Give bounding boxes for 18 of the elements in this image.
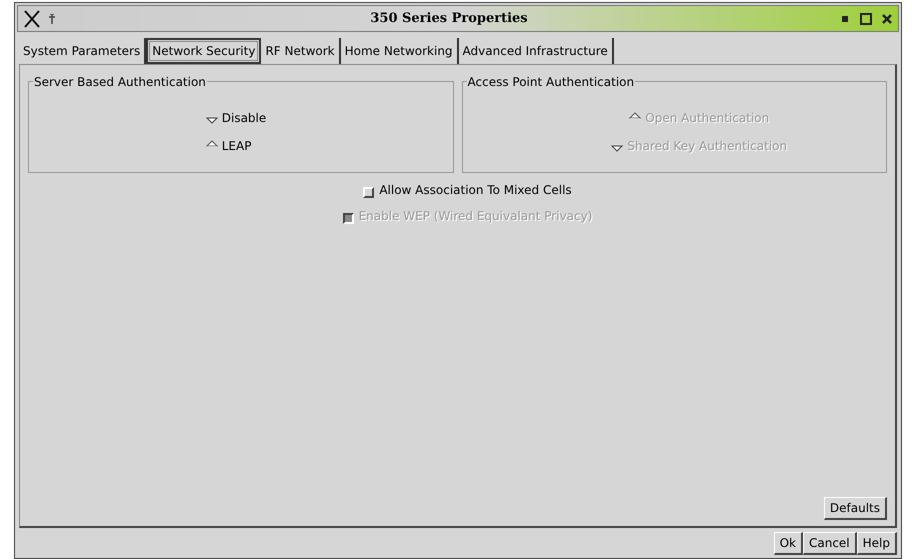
- defaults-button[interactable]: Defaults: [824, 497, 887, 520]
- x-logo-icon[interactable]: [24, 10, 40, 28]
- checkbox-label: Enable WEP (Wired Equivalant Privacy): [358, 208, 592, 225]
- checkbox-label: Allow Association To Mixed Cells: [379, 182, 572, 199]
- radio-label: Shared Key Authentication: [627, 138, 788, 155]
- radio-label: Disable: [222, 110, 266, 127]
- dialog-button[interactable]: Help: [856, 532, 897, 554]
- close-icon[interactable]: [882, 14, 892, 24]
- minimize-icon[interactable]: [842, 16, 848, 22]
- radio-label: LEAP: [222, 138, 252, 155]
- radio-label: Open Authentication: [645, 110, 770, 127]
- checkbox[interactable]: [363, 186, 374, 198]
- tab[interactable]: Network Security: [146, 38, 262, 64]
- window-title: 350 Series Properties: [369, 10, 529, 28]
- dialog-button[interactable]: Cancel: [802, 532, 857, 554]
- maximize-icon[interactable]: [860, 12, 872, 24]
- pin-icon[interactable]: [48, 14, 56, 24]
- dialog-button[interactable]: Ok: [774, 532, 803, 554]
